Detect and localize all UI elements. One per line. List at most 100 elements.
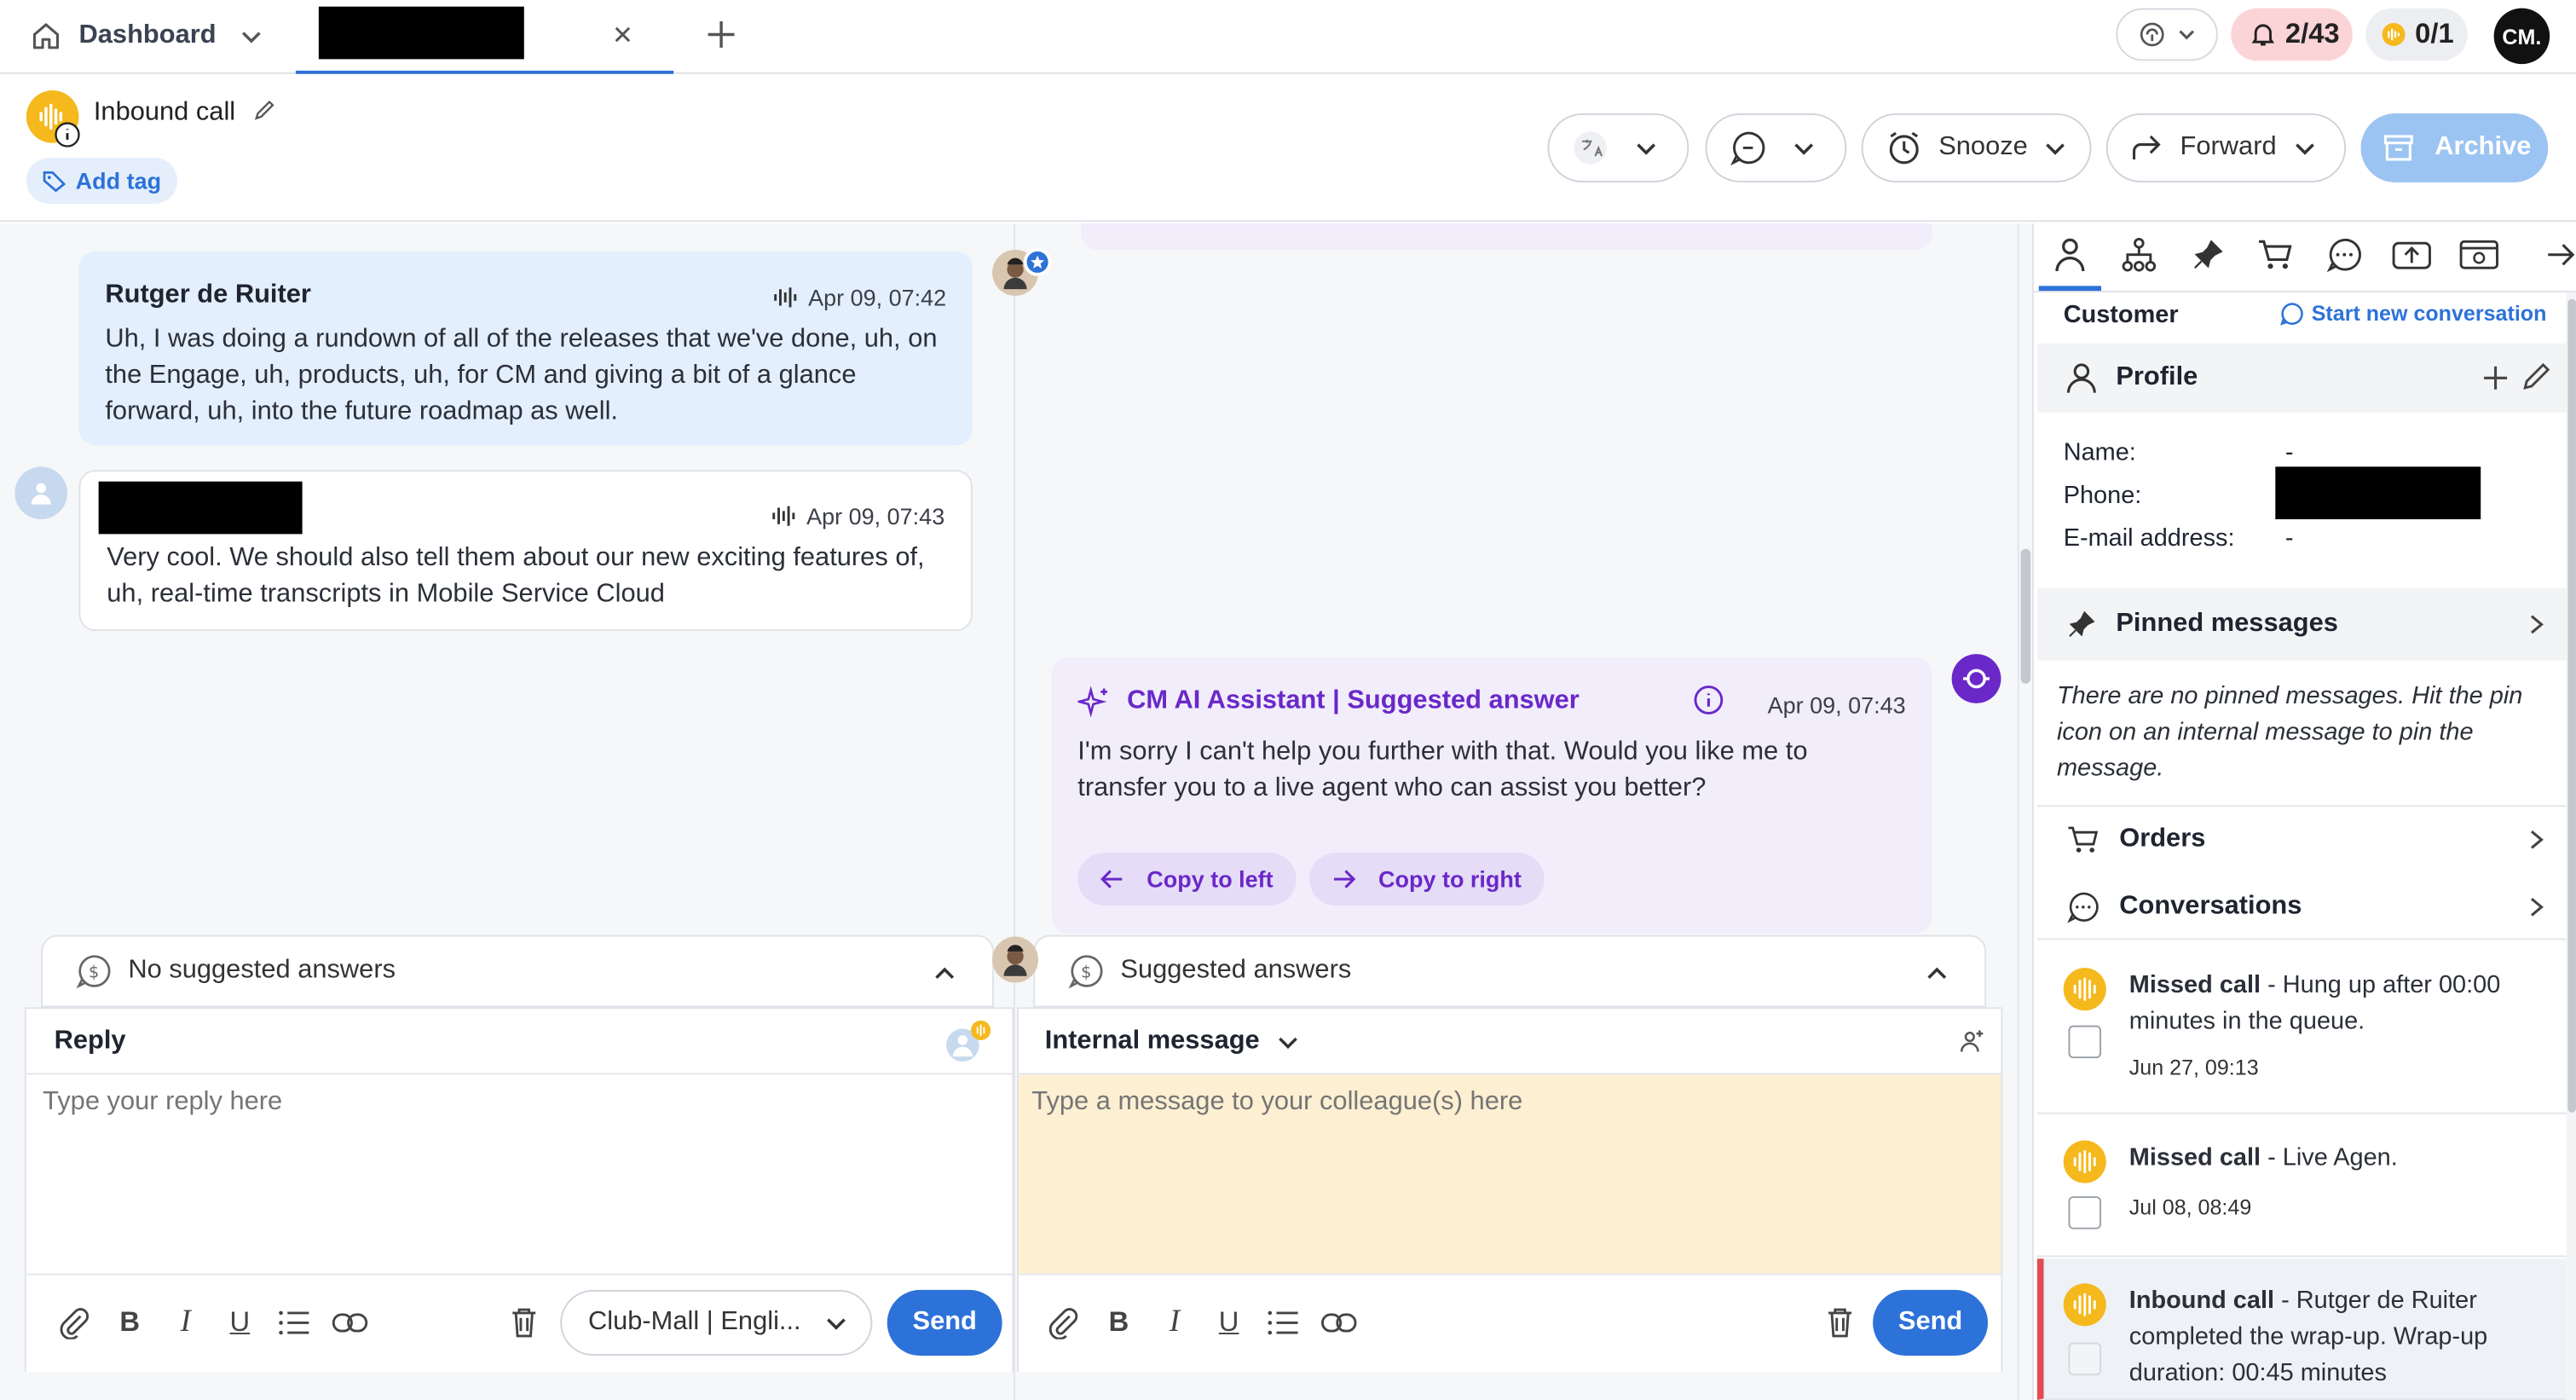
profile-email-value: - (2284, 524, 2294, 552)
tab-dashboard-label: Dashboard (78, 21, 217, 49)
collapse-arrow-icon[interactable] (2540, 234, 2576, 276)
bullet-list-icon[interactable] (276, 1305, 312, 1340)
call-wave-icon (2063, 1140, 2106, 1183)
link-icon[interactable] (332, 1305, 368, 1340)
chat-tab-icon[interactable] (2323, 234, 2365, 276)
profile-section-header: Profile (2036, 343, 2576, 413)
italic-icon[interactable]: I (168, 1305, 204, 1340)
start-new-conversation-link[interactable]: Start new conversation (2280, 301, 2546, 326)
status-selector[interactable] (2116, 8, 2218, 61)
edit-pencil-icon[interactable] (2521, 362, 2551, 391)
bullet-list-icon[interactable] (1265, 1305, 1301, 1340)
browser-tab-icon[interactable] (2458, 234, 2500, 276)
close-tab-icon[interactable] (611, 23, 634, 46)
conversation-date: Jul 08, 08:49 (2128, 1195, 2252, 1220)
upload-tab-icon[interactable] (2390, 234, 2433, 276)
assignee-avatar-icon[interactable] (943, 1020, 992, 1063)
underline-icon[interactable]: U (1210, 1305, 1246, 1340)
attachment-icon[interactable] (56, 1305, 92, 1340)
orders-section-header[interactable]: Orders (2037, 807, 2576, 872)
edit-title-icon[interactable] (253, 99, 276, 122)
customer-avatar (992, 936, 1039, 983)
redacted-phone-value (2275, 466, 2481, 520)
link-icon[interactable] (1321, 1305, 1357, 1340)
forward-button[interactable]: Forward (2105, 113, 2347, 182)
channel-dropdown[interactable] (1705, 113, 1847, 182)
sender-select-value: Club-Mall | Engli... (587, 1308, 801, 1336)
no-suggested-answers-bar[interactable]: $ No suggested answers (41, 934, 995, 1008)
chevron-up-icon[interactable] (1926, 961, 1949, 984)
chevron-down-icon (1635, 136, 1658, 159)
italic-icon[interactable]: I (1157, 1305, 1193, 1340)
scrollbar-thumb[interactable] (2567, 298, 2576, 1113)
message-bubble-agent: Apr 09, 07:43 Very cool. We should also … (78, 470, 973, 632)
trash-icon[interactable] (506, 1305, 542, 1340)
orders-label: Orders (2119, 824, 2206, 853)
add-tag-label: Add tag (75, 167, 162, 194)
reply-textarea[interactable] (26, 1074, 1013, 1274)
underline-icon[interactable]: U (222, 1305, 257, 1340)
copy-to-right-label: Copy to right (1378, 865, 1522, 893)
conversations-section-header[interactable]: Conversations (2036, 874, 2576, 940)
internal-textarea[interactable] (1018, 1074, 2001, 1274)
translate-icon (1572, 130, 1608, 165)
chat-bubble-icon (2067, 890, 2100, 923)
internal-send-button[interactable]: Send (1873, 1289, 1989, 1357)
profile-email-label: E-mail address: (2063, 524, 2235, 552)
sidebar-scrollbar[interactable] (2566, 292, 2576, 1400)
customer-section-title: Customer (2063, 300, 2179, 329)
cart-icon (2067, 825, 2100, 855)
chevron-right-icon (2528, 895, 2544, 918)
archive-button[interactable]: Archive (2360, 113, 2549, 182)
info-icon[interactable] (1692, 684, 1725, 717)
chat-link-icon (1730, 130, 1765, 166)
internal-pane: CM AI Assistant | Suggested answer Apr 0… (1015, 223, 2018, 1400)
trash-icon[interactable] (1822, 1305, 1857, 1340)
bold-icon[interactable]: B (112, 1305, 147, 1340)
translate-dropdown[interactable] (1547, 113, 1689, 182)
calls-badge[interactable]: 0/1 (2365, 8, 2468, 61)
copy-to-left-button[interactable]: Copy to left (1077, 853, 1297, 905)
suggested-answers-bar[interactable]: $ Suggested answers (1033, 934, 1987, 1008)
profile-label: Profile (2116, 362, 2198, 391)
conversation-scrollbar[interactable] (2017, 223, 2033, 1400)
notifications-badge[interactable]: 2/43 (2231, 8, 2353, 61)
alarm-clock-icon (1886, 130, 1922, 165)
conversation-checkbox[interactable] (2068, 1025, 2102, 1059)
copy-to-right-button[interactable]: Copy to right (1309, 853, 1545, 905)
hierarchy-tab-icon[interactable] (2117, 234, 2160, 276)
pinned-messages-header[interactable]: Pinned messages (2036, 587, 2576, 661)
chevron-down-icon (1276, 1029, 1299, 1052)
bold-icon[interactable]: B (1100, 1305, 1136, 1340)
user-avatar[interactable]: CM. (2493, 8, 2550, 65)
scrollbar-thumb[interactable] (2020, 548, 2031, 684)
attachment-icon[interactable] (1045, 1305, 1081, 1340)
reply-send-button[interactable]: Send (887, 1289, 1002, 1357)
ai-assistant-avatar (1951, 654, 2001, 703)
new-tab-plus-icon[interactable] (703, 16, 739, 52)
conversation-checkbox[interactable] (2068, 1196, 2102, 1229)
conversation-list-item-active[interactable]: Inbound call - Rutger de Ruiter complete… (2036, 1258, 2568, 1400)
pin-tab-icon[interactable] (2186, 234, 2229, 276)
message-time: Apr 09, 07:43 (806, 502, 945, 529)
mention-user-icon[interactable] (1958, 1028, 1984, 1055)
cart-tab-icon[interactable] (2254, 234, 2296, 276)
active-tab-indicator (2038, 286, 2102, 292)
sender-select[interactable]: Club-Mall | Engli... (560, 1289, 873, 1357)
conversation-list-item[interactable]: Missed call - Hung up after 00:00 minute… (2036, 941, 2568, 1114)
message-time: Apr 09, 07:42 (808, 284, 947, 311)
snooze-button[interactable]: Snooze (1861, 113, 2092, 182)
conversation-checkbox[interactable] (2068, 1342, 2102, 1376)
ai-suggestion-card: CM AI Assistant | Suggested answer Apr 0… (1051, 657, 1932, 934)
chevron-right-icon (2528, 828, 2544, 851)
tab-conversation[interactable] (295, 0, 674, 74)
tab-dashboard[interactable]: Dashboard (0, 0, 296, 72)
chevron-up-icon[interactable] (933, 961, 956, 984)
customer-tab-icon[interactable] (2048, 234, 2091, 276)
add-field-plus-icon[interactable] (2482, 365, 2509, 391)
message-text: Very cool. We should also tell them abou… (107, 543, 925, 609)
add-tag-button[interactable]: Add tag (26, 158, 178, 204)
message-meta: Apr 09, 07:42 (772, 280, 946, 315)
internal-header[interactable]: Internal message (1018, 1009, 2001, 1075)
conversation-list-item[interactable]: Missed call - Live Agen. Jul 08, 08:49 (2036, 1116, 2568, 1258)
